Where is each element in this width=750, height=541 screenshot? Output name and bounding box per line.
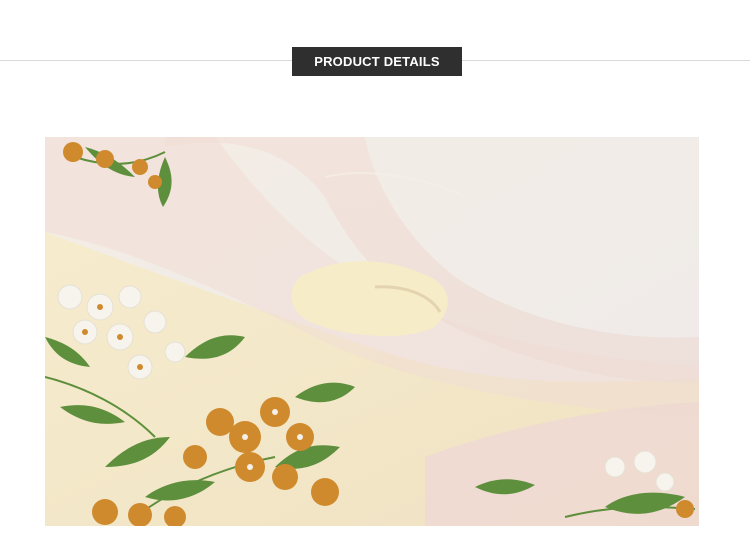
section-title-badge: PRODUCT DETAILS — [292, 47, 462, 76]
section-header: PRODUCT DETAILS — [0, 0, 750, 100]
product-detail-photo — [45, 137, 699, 526]
embroidered-dress-closeup-icon — [45, 137, 699, 526]
